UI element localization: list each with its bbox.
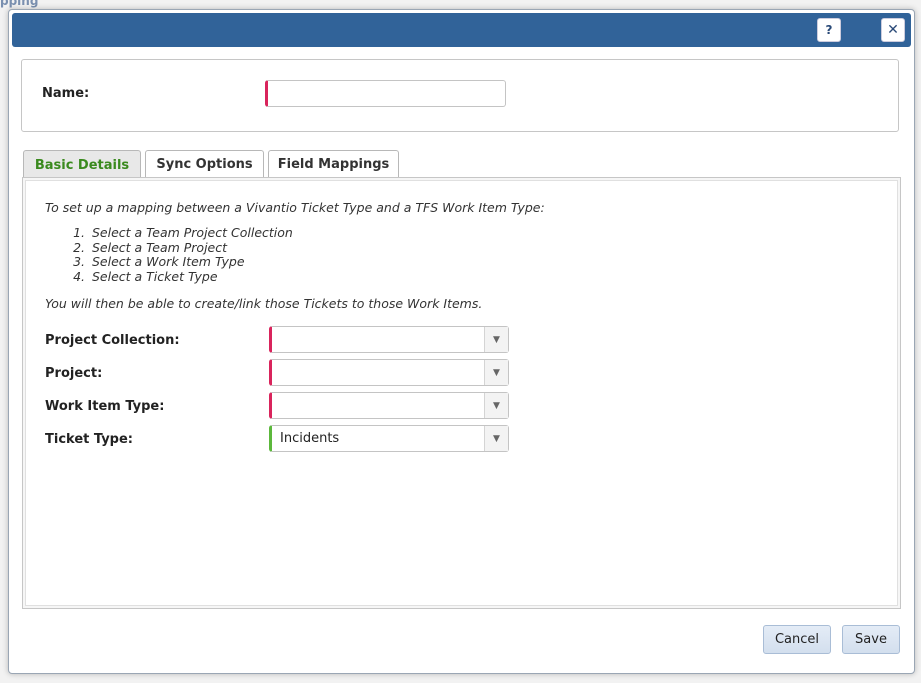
work-item-type-select[interactable]: ▼ — [269, 392, 509, 419]
tab-label: Sync Options — [156, 157, 253, 172]
project-select[interactable]: ▼ — [269, 359, 509, 386]
save-button[interactable]: Save — [842, 625, 900, 654]
cancel-button[interactable]: Cancel — [763, 625, 831, 654]
basic-details-content: To set up a mapping between a Vivantio T… — [25, 180, 898, 606]
outro-text: You will then be able to create/link tho… — [45, 296, 483, 311]
chevron-down-icon: ▼ — [484, 393, 508, 418]
chevron-down-icon: ▼ — [484, 426, 508, 451]
tab-label: Basic Details — [34, 157, 130, 173]
dialog-titlebar: ? ✕ — [12, 13, 911, 47]
chevron-down-icon: ▼ — [484, 360, 508, 385]
name-panel: Name: — [21, 59, 899, 132]
question-icon: ? — [825, 23, 833, 37]
name-label: Name: — [42, 86, 90, 101]
project-collection-select[interactable]: ▼ — [269, 326, 509, 353]
ticket-type-label: Ticket Type: — [45, 432, 134, 447]
tab-label: Field Mappings — [277, 157, 390, 172]
help-button[interactable]: ? — [817, 18, 841, 42]
work-item-type-label: Work Item Type: — [45, 399, 165, 414]
tab-basic-details[interactable]: Basic Details — [23, 150, 141, 179]
list-item: 4. Select a Ticket Type — [73, 268, 218, 284]
tab-sync-options[interactable]: Sync Options — [145, 150, 264, 178]
project-label: Project: — [45, 366, 103, 381]
ticket-type-select[interactable]: Incidents ▼ — [269, 425, 509, 452]
mapping-dialog: ? ✕ Name: Basic Details Sync Options Fie… — [8, 9, 915, 674]
list-item: 1. Select a Team Project Collection — [73, 225, 293, 240]
select-value: Incidents — [280, 431, 340, 446]
close-icon: ✕ — [887, 22, 899, 38]
basic-details-panel: To set up a mapping between a Vivantio T… — [22, 177, 901, 609]
tab-field-mappings[interactable]: Field Mappings — [268, 150, 399, 178]
close-button[interactable]: ✕ — [881, 18, 905, 42]
chevron-down-icon: ▼ — [484, 327, 508, 352]
project-collection-label: Project Collection: — [45, 333, 180, 348]
background-fragment: pping — [0, 0, 39, 8]
list-item: 3. Select a Work Item Type — [73, 254, 245, 269]
name-input[interactable] — [265, 80, 506, 107]
list-item: 2. Select a Team Project — [73, 239, 228, 255]
intro-text: To set up a mapping between a Vivantio T… — [45, 200, 545, 215]
steps-list: 1. Select a Team Project Collection 2. Sel… — [45, 225, 293, 284]
